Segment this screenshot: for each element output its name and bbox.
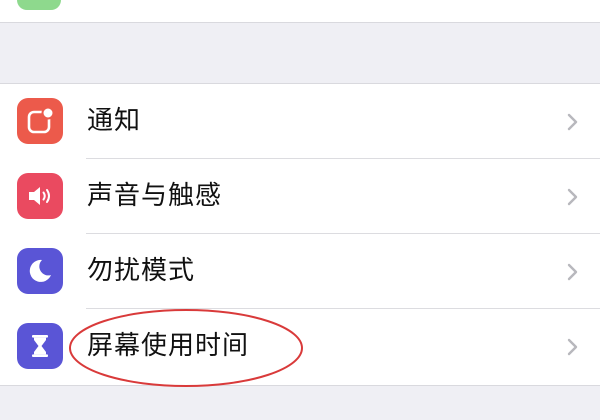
chevron-right-icon [567, 338, 578, 356]
speaker-icon [17, 173, 63, 219]
chevron-right-icon [567, 263, 578, 281]
notifications-icon [17, 98, 63, 144]
chevron-right-icon [567, 113, 578, 131]
settings-row-do-not-disturb[interactable]: 勿扰模式 [0, 234, 600, 309]
settings-row-notifications[interactable]: 通知 [0, 84, 600, 159]
settings-group-top [0, 0, 600, 23]
settings-row-label: 勿扰模式 [87, 256, 196, 286]
partial-app-icon [17, 0, 61, 10]
settings-row-sounds-haptics[interactable]: 声音与触感 [0, 159, 600, 234]
settings-row-label: 通知 [87, 106, 142, 136]
chevron-right-icon [567, 188, 578, 206]
settings-row-label: 屏幕使用时间 [87, 331, 250, 361]
moon-icon [17, 248, 63, 294]
settings-group: 通知 声音与触感 勿扰模式 屏幕使用时间 [0, 83, 600, 386]
settings-row-screen-time[interactable]: 屏幕使用时间 [0, 309, 600, 384]
hourglass-icon [17, 323, 63, 369]
settings-row-label: 声音与触感 [87, 181, 223, 211]
